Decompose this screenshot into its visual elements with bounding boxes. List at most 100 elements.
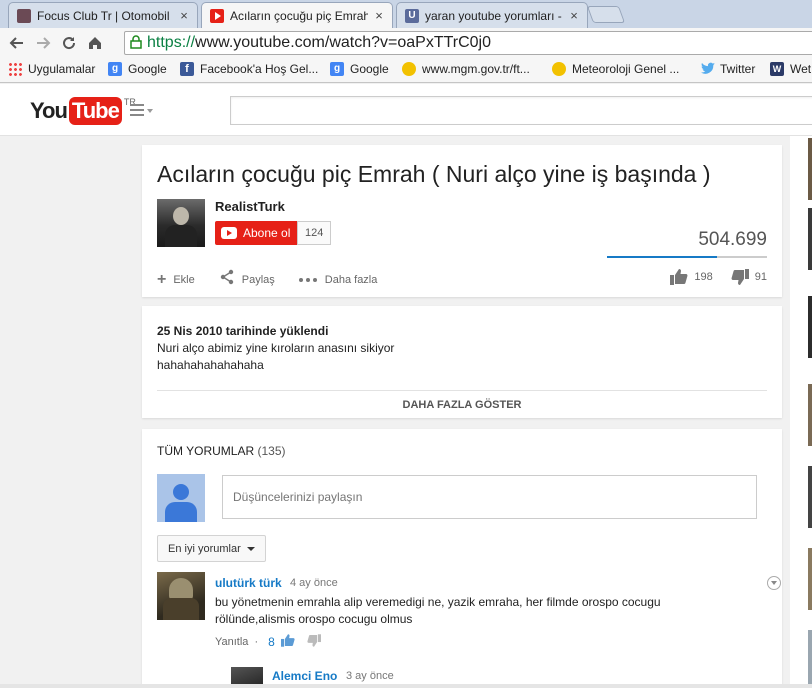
more-label: Daha fazla [324,273,378,286]
video-title: Acıların çocuğu piç Emrah ( Nuri alço yi… [157,161,711,187]
horizontal-scrollbar[interactable] [0,684,812,688]
tab-title: yaran youtube yorumları - [425,8,562,23]
apps-grid-icon [8,62,22,76]
lock-icon [125,34,147,52]
like-dislike-bar: 198 91 [670,269,767,285]
youtube-masthead: You Tube TR [0,84,812,136]
search-input[interactable] [230,96,812,125]
youtube-play-icon [221,227,237,239]
share-button[interactable]: Paylaş [219,269,275,290]
reply-link[interactable]: Yanıtla [215,636,248,648]
reload-icon[interactable] [56,30,82,56]
add-to-button[interactable]: + Ekle [157,270,195,288]
related-thumbnail[interactable] [808,548,812,610]
browser-tab-2[interactable]: U yaran youtube yorumları - × [396,2,588,28]
comment-menu-icon[interactable] [767,576,781,590]
related-thumbnail[interactable] [808,384,812,446]
divider [157,390,767,391]
bookmarks-bar: Uygulamalar g Google f Facebook'a Hoş Ge… [0,58,812,83]
related-videos-sidebar [790,136,812,688]
reply-time[interactable]: 3 ay önce [346,670,394,682]
dislike-count: 91 [754,271,767,283]
close-tab-icon[interactable]: × [177,8,191,23]
bookmark-label: Uygulamalar [28,62,96,76]
bookmark-label: Google [350,62,389,76]
subscriber-count: 124 [297,221,332,245]
bookmark-w[interactable]: W Wet [770,62,811,76]
address-bar[interactable]: https://www.youtube.com/watch?v=oaPxTTrC… [124,31,812,55]
related-thumbnail[interactable] [808,296,812,358]
related-thumbnail[interactable] [808,466,812,528]
bookmark-facebook[interactable]: f Facebook'a Hoş Gel... [180,62,318,76]
tab-title: Acıların çocuğu piç Emrah [230,8,368,23]
close-tab-icon[interactable]: × [372,8,386,23]
more-actions-button[interactable]: Daha fazla [298,273,378,286]
bookmark-google[interactable]: g Google [108,62,167,76]
thumbs-up-icon[interactable] [670,269,688,285]
youtube-logo[interactable]: You Tube TR [30,97,136,125]
bookmark-google-2[interactable]: g Google [330,62,389,76]
related-thumbnail[interactable] [808,138,812,200]
facebook-icon: f [180,62,194,76]
thumbs-down-icon[interactable] [307,634,321,650]
comment-count: (135) [257,444,286,458]
thumbs-down-icon[interactable] [731,269,749,285]
back-arrow-icon[interactable] [4,30,30,56]
comment-footer: Yanıtla · 8 [215,634,321,650]
bookmark-label: Facebook'a Hoş Gel... [200,62,319,76]
share-label: Paylaş [241,273,275,286]
thumbs-up-icon[interactable] [280,634,295,650]
channel-avatar[interactable] [157,199,205,247]
share-icon [219,269,235,290]
description-line: hahahahahahahaha [157,358,264,372]
comment-item: ulutürk türk 4 ay önce bu yönetmenin emr… [157,572,782,662]
logo-tube-text: Tube [68,97,122,125]
bookmark-apps[interactable]: Uygulamalar [8,62,95,76]
sort-comments-dropdown[interactable]: En iyi yorumlar [157,535,266,562]
user-avatar [157,474,205,522]
comments-title: TÜM YORUMLAR [157,444,255,458]
sort-label: En iyi yorumlar [168,542,241,555]
forward-arrow-icon[interactable] [30,30,56,56]
car-forum-icon [17,8,31,23]
home-icon[interactable] [82,30,108,56]
bookmark-mgm[interactable]: www.mgm.gov.tr/ft... [402,62,530,76]
w-icon: W [770,62,784,76]
reply-author[interactable]: Alemci Eno [272,669,337,683]
bookmark-label: Google [128,62,167,76]
u-site-icon: U [405,8,419,23]
browser-toolbar: https://www.youtube.com/watch?v=oaPxTTrC… [0,28,812,58]
browser-tab-1[interactable]: Acıların çocuğu piç Emrah × [201,2,393,28]
bookmark-twitter[interactable]: Twitter [700,62,755,76]
logo-you-text: You [30,98,68,123]
plus-icon: + [157,270,167,288]
commenter-avatar[interactable] [157,572,205,620]
url-path: www.youtube.com/watch?v=oaPxTTrC0j0 [195,34,492,51]
channel-name[interactable]: RealistTurk [215,199,285,214]
browser-tabstrip: Focus Club Tr | Otomobil × Acıların çocu… [0,0,812,28]
google-icon: g [330,62,344,76]
video-actions: + Ekle Paylaş Daha fazla [157,269,401,290]
new-tab-button[interactable] [586,6,626,23]
guide-menu-icon[interactable] [130,104,154,118]
comment-text: bu yönetmenin emrahla alip veremedigi ne… [215,595,661,626]
comment-author[interactable]: ulutürk türk [215,576,282,590]
mgm-icon [402,62,416,76]
browser-tab-0[interactable]: Focus Club Tr | Otomobil × [8,2,198,28]
related-thumbnail[interactable] [808,630,812,688]
subscribe-button[interactable]: Abone ol [215,221,299,245]
separator: · [254,636,259,648]
chevron-down-icon [246,546,255,551]
comment-time[interactable]: 4 ay önce [290,577,338,589]
comments-header: TÜM YORUMLAR (135) [157,444,285,458]
bookmark-meteoroloji[interactable]: Meteoroloji Genel ... [552,62,679,76]
show-more-button[interactable]: DAHA FAZLA GÖSTER [142,399,782,411]
description-line: Nuri alço abimiz yine kıroların anasını … [157,341,395,355]
like-ratio-bar [607,256,767,258]
close-tab-icon[interactable]: × [567,8,581,23]
bookmark-label: Meteoroloji Genel ... [572,62,680,76]
comments-card: TÜM YORUMLAR (135) En iyi yorumlar ulutü… [142,429,782,688]
comment-input[interactable] [222,475,757,519]
related-thumbnail[interactable] [808,208,812,270]
comment-like-count: 8 [268,635,275,649]
